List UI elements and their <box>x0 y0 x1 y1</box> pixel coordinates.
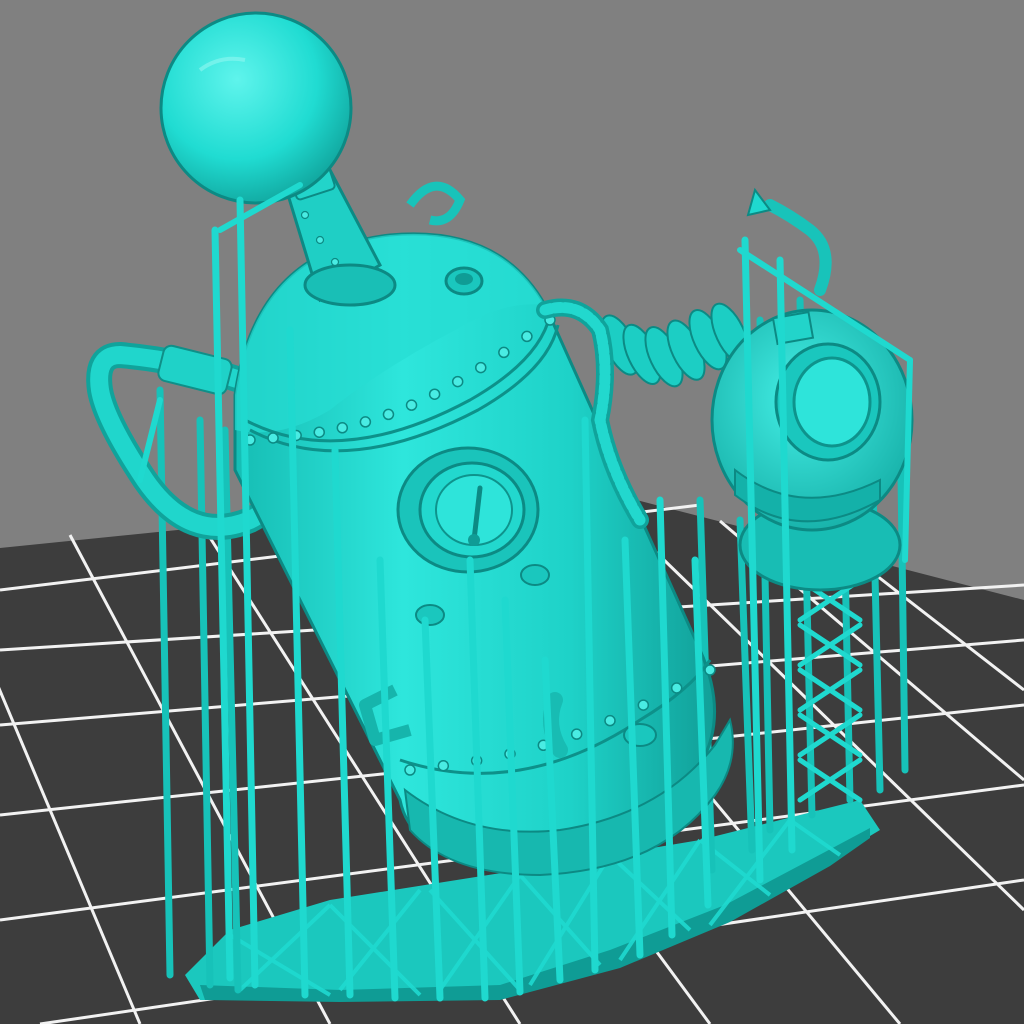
slicer-scene[interactable] <box>0 0 1024 1024</box>
rivet <box>521 330 533 343</box>
rivet <box>704 664 716 676</box>
rivet <box>437 759 450 772</box>
rivet <box>570 728 583 740</box>
porthole-gauge <box>396 446 540 574</box>
rivet <box>670 682 683 694</box>
rivet <box>637 699 650 711</box>
rivet <box>336 422 349 434</box>
rivet <box>405 399 418 411</box>
rivet <box>498 346 510 359</box>
rivet <box>428 388 441 400</box>
rivet <box>313 426 325 438</box>
rivet <box>604 714 616 727</box>
rivet <box>382 408 395 421</box>
rivet <box>359 416 372 428</box>
rivet <box>267 432 279 444</box>
rivet <box>475 361 487 374</box>
rivet <box>404 764 416 776</box>
rivet <box>451 375 464 388</box>
globe-top <box>159 11 353 205</box>
3d-viewport[interactable] <box>0 0 1024 1024</box>
pressure-gauge-icon <box>435 474 513 546</box>
helmet-porthole <box>774 342 882 462</box>
